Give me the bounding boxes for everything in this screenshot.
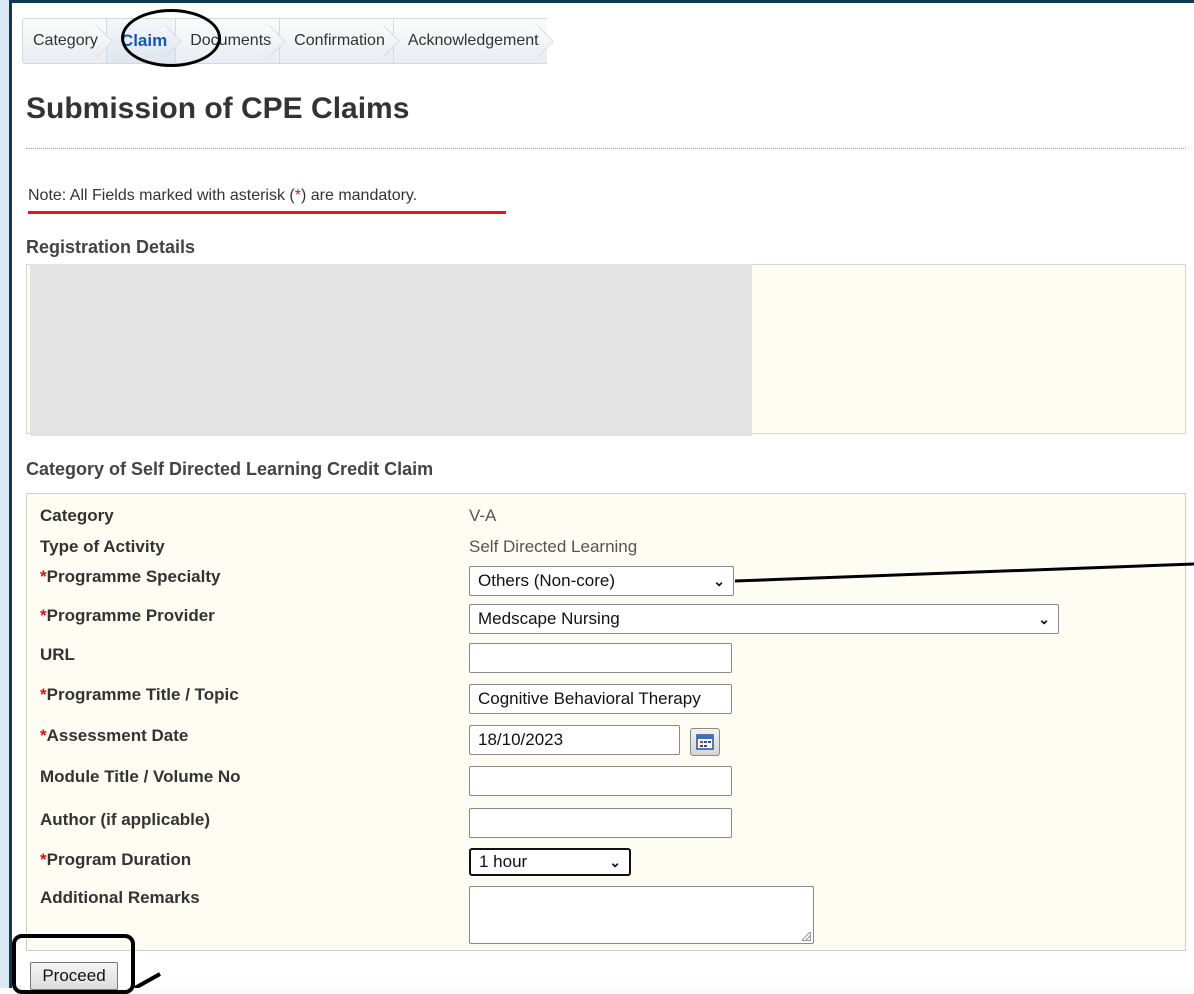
duration-select[interactable]: 1 hour ⌄ [469,848,631,876]
chevron-down-icon: ⌄ [713,573,725,589]
provider-label: *Programme Provider [40,606,215,625]
mandatory-note: Note: All Fields marked with asterisk (*… [28,187,418,204]
specialty-select[interactable]: Others (Non-core) ⌄ [469,566,734,596]
programme-title-label: *Programme Title / Topic [40,685,239,704]
annotation-circle [121,9,221,67]
title-divider [26,148,1186,149]
assessment-date-label: *Assessment Date [40,726,189,745]
claim-form-box [26,493,1186,951]
page-title: Submission of CPE Claims [26,92,410,125]
claim-heading: Category of Self Directed Learning Credi… [26,459,434,479]
url-input[interactable] [469,643,732,673]
activity-type-value: Self Directed Learning [469,537,638,556]
author-label: Author (if applicable) [40,810,210,829]
category-label: Category [40,506,114,525]
redacted-area [30,264,752,436]
step-category[interactable]: Category [22,18,106,64]
remarks-textarea[interactable] [469,886,814,944]
step-acknowledgement[interactable]: Acknowledgement [392,18,547,64]
programme-title-input[interactable]: Cognitive Behavioral Therapy [469,684,732,714]
duration-label: *Program Duration [40,850,192,869]
chevron-down-icon: ⌄ [1038,611,1050,627]
annotation-underline [28,211,506,214]
category-value: V-A [469,506,497,525]
module-label: Module Title / Volume No [40,767,241,786]
specialty-label: *Programme Specialty [40,567,221,586]
proceed-button[interactable]: Proceed [30,962,118,990]
assessment-date-input[interactable]: 18/10/2023 [469,725,680,755]
provider-select[interactable]: Medscape Nursing ⌄ [469,604,1059,634]
left-window-strip [0,0,9,988]
module-input[interactable] [469,766,732,796]
registration-heading: Registration Details [26,237,196,257]
chevron-down-icon: ⌄ [609,854,621,870]
calendar-button[interactable] [690,728,720,756]
remarks-label: Additional Remarks [40,888,200,907]
step-confirmation[interactable]: Confirmation [279,18,393,64]
author-input[interactable] [469,808,732,838]
activity-type-label: Type of Activity [40,537,165,556]
url-label: URL [40,645,75,664]
breadcrumb: Category Claim Documents Confirmation Ac… [22,18,547,64]
resize-handle[interactable] [802,932,811,941]
calendar-icon [696,734,714,750]
